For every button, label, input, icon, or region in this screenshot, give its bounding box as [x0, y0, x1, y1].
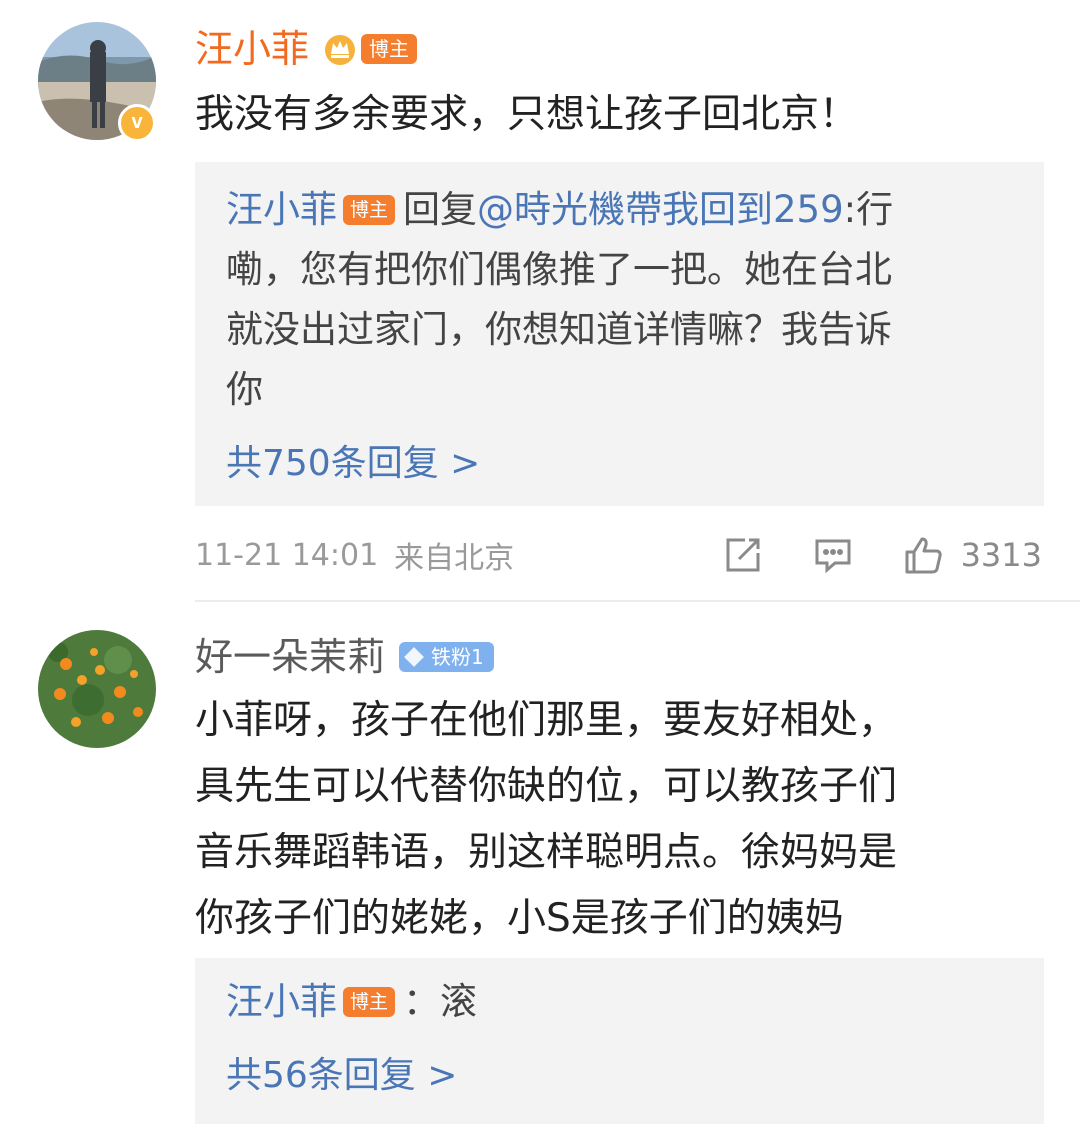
more-replies-link[interactable]: 共56条回复 > — [226, 1046, 457, 1098]
thumbs-up-icon[interactable] — [903, 535, 943, 575]
timestamp: 11-21 14:01 — [195, 537, 379, 573]
fan-badge-label: 铁粉1 — [431, 645, 484, 669]
diamond-icon — [404, 647, 424, 667]
location: 来自北京 — [394, 541, 515, 576]
reply-text-line: 嘞，您有把你们偶像推了一把。她在台北 — [226, 248, 892, 291]
comment-text-line: 音乐舞蹈韩语，别这样聪明点。徐妈妈是 — [195, 830, 898, 875]
reply-text-line: 就没出过家门，你想知道详情嘛？我告诉 — [226, 308, 892, 351]
repost-icon[interactable] — [723, 535, 763, 575]
author-row: 汪小菲 博主 — [195, 24, 418, 74]
meta-row: 11-21 14:01 来自北京 3313 — [195, 530, 1042, 580]
blogger-badge: 博主 — [361, 34, 418, 64]
reply-author[interactable]: 汪小菲 — [226, 980, 337, 1023]
comment-text-line: 小菲呀，孩子在他们那里，要友好相处， — [195, 698, 898, 743]
reply-box[interactable]: 汪小菲 博主 ：滚 共56条回复 > — [195, 958, 1044, 1124]
comment-icon[interactable] — [813, 535, 853, 575]
reply-line: 汪小菲 博主 回复@時光機帶我回到259:行 — [226, 180, 1016, 240]
author-row: 好一朵茉莉 铁粉1 — [195, 632, 494, 682]
comment-text: 我没有多余要求，只想让孩子回北京！ — [195, 92, 859, 137]
reply-text-line: 你 — [226, 368, 263, 411]
reply-box[interactable]: 汪小菲 博主 回复@時光機帶我回到259:行 嘞，您有把你们偶像推了一把。她在台北 … — [195, 162, 1044, 506]
verified-v-icon: v — [118, 104, 156, 142]
author-name[interactable]: 汪小菲 — [195, 24, 309, 74]
like-count: 3313 — [960, 536, 1042, 574]
reply-text: ：滚 — [403, 980, 478, 1023]
comment-text-line: 具先生可以代替你缺的位，可以教孩子们 — [195, 764, 898, 809]
comment-2: 好一朵茉莉 铁粉1 小菲呀，孩子在他们那里，要友好相处， 具先生可以代替你缺的位… — [0, 602, 1080, 1124]
more-replies-link[interactable]: 共750条回复 > — [226, 434, 480, 486]
comment-text-line: 你孩子们的姥姥，小S是孩子们的姨妈 — [195, 896, 844, 941]
mention-link[interactable]: @時光機帶我回到259 — [477, 188, 844, 231]
author-name[interactable]: 好一朵茉莉 — [195, 632, 385, 682]
reply-text-part: :行 — [843, 188, 894, 231]
avatar[interactable] — [38, 630, 156, 748]
comment-1: v 汪小菲 博主 我没有多余要求，只想让孩子回北京！ 汪小菲 博主 回复@時光機帶我… — [0, 0, 1080, 600]
fan-badge: 铁粉1 — [399, 642, 494, 672]
reply-action: 回复 — [403, 188, 478, 231]
comment-text: 小菲呀，孩子在他们那里，要友好相处， 具先生可以代替你缺的位，可以教孩子们 音乐… — [195, 688, 1040, 952]
reply-line: 汪小菲 博主 ：滚 — [226, 972, 1016, 1032]
crown-icon — [323, 32, 357, 66]
reply-author[interactable]: 汪小菲 — [226, 188, 337, 231]
blogger-badge: 博主 — [343, 195, 396, 225]
blogger-badge: 博主 — [343, 987, 396, 1017]
